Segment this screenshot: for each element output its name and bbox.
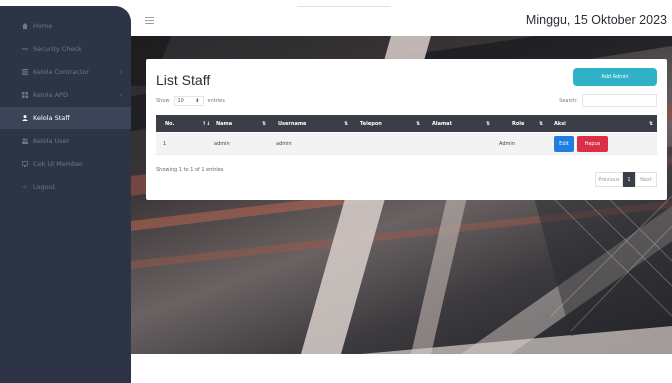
search-input[interactable] [582,94,657,107]
cell-no: 1 [163,141,167,147]
sort-icon: ⇅ [649,120,654,127]
entries-label: entries [207,98,225,104]
show-label: Show [156,98,170,104]
sidebar-item-cek-ui-member[interactable]: Cek UI Member [0,153,131,175]
users-icon [22,138,28,144]
search-control: Search: [559,94,657,107]
staff-list-card: List Staff Add Admin Show 10 ⬍ entries S… [146,59,667,200]
table-row: 1 admin admin Admin Edit Hapus [156,133,657,155]
column-header-telepon[interactable]: Telepon [360,115,382,132]
sidebar-item-kelola-staff[interactable]: Kelola Staff [0,107,131,129]
column-label: Nama [216,120,233,127]
column-label: Role [512,120,525,127]
divider [297,6,391,7]
table-header: No. ↑↓ Nama ⇅ Username ⇅ Telepon ⇅ Alama… [156,115,657,132]
sidebar-item-security-check[interactable]: Security Check [0,38,131,60]
table-info: Showing 1 to 1 of 1 entries [156,167,224,173]
sort-icon: ⇅ [262,120,267,127]
sidebar: Home Security Check Kelola Contractor › … [0,6,131,383]
pagination: Previous 1 Next [595,172,657,187]
page-title: List Staff [156,72,211,88]
cell-nama: admin [214,141,230,147]
add-admin-button[interactable]: Add Admin [573,68,657,86]
sort-icon: ⇅ [539,120,544,127]
sidebar-item-label: Home [33,22,53,30]
entries-select-value: 10 [177,98,184,104]
column-label: No. [165,120,175,127]
logout-icon [22,184,28,190]
chevron-right-icon: › [119,68,122,76]
column-header-role[interactable]: Role [512,115,524,132]
cell-username: admin [276,141,292,147]
sidebar-item-kelola-user[interactable]: Kelola User [0,130,131,152]
show-entries-control: Show 10 ⬍ entries [156,96,225,106]
user-icon [22,115,28,121]
list-icon [22,69,28,75]
page-1-button[interactable]: 1 [623,172,635,187]
previous-page-button[interactable]: Previous [595,172,623,187]
menu-icon[interactable] [145,17,154,24]
column-header-nama[interactable]: Nama [216,115,232,132]
sort-icon: ⇅ [344,120,349,127]
monitor-icon [21,160,29,167]
sidebar-item-logout[interactable]: Logout [0,176,131,198]
cell-role: Admin [499,141,515,147]
next-page-button[interactable]: Next [635,172,657,187]
select-arrows-icon: ⬍ [195,98,200,104]
sidebar-item-label: Kelola User [33,137,70,145]
current-date: Minggu, 15 Oktober 2023 [525,13,667,27]
search-label: Search: [559,97,578,104]
sidebar-item-kelola-contractor[interactable]: Kelola Contractor › [0,61,131,83]
sidebar-item-label: Kelola Contractor [33,68,90,76]
column-label: Telepon [360,120,382,127]
sidebar-item-home[interactable]: Home [0,15,131,37]
sidebar-item-label: Security Check [33,45,82,53]
column-label: Aksi [554,120,566,127]
column-label: Username [278,120,307,127]
grid-icon [22,92,28,98]
column-header-aksi[interactable]: Aksi [554,115,566,132]
entries-select[interactable]: 10 ⬍ [173,96,204,106]
column-label: Alamat [432,120,452,127]
chevron-right-icon: › [119,91,122,99]
column-header-alamat[interactable]: Alamat [432,115,452,132]
delete-button[interactable]: Hapus [577,136,608,152]
sidebar-item-label: Logout [33,183,56,191]
edit-button[interactable]: Edit [554,136,574,152]
sidebar-item-label: Kelola Staff [33,114,70,122]
home-icon [22,23,28,29]
topbar: Minggu, 15 Oktober 2023 [131,0,672,36]
sort-icon: ⇅ [416,120,421,127]
sort-icon: ⇅ [486,120,491,127]
sidebar-item-label: Cek UI Member [33,160,83,168]
shield-icon [22,46,28,52]
sort-icon: ↑↓ [202,120,211,127]
column-header-username[interactable]: Username [278,115,306,132]
sidebar-item-label: Kelola APD [33,91,68,99]
column-header-no[interactable]: No. [165,115,175,132]
sidebar-item-kelola-apd[interactable]: Kelola APD › [0,84,131,106]
